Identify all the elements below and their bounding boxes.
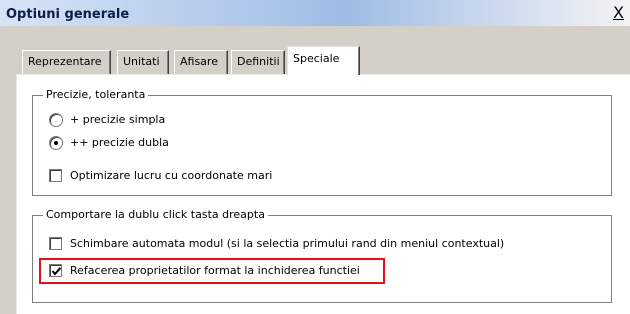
checkbox-optimize-large-coords[interactable]	[49, 169, 62, 182]
checkbox-optimize-large-coords-label: Optimizare lucru cu coordonate mari	[70, 169, 273, 182]
tab-unitati[interactable]: Unitati	[117, 50, 169, 74]
tab-definitii[interactable]: Definitii	[231, 50, 285, 74]
radio-simple-precision[interactable]	[49, 113, 63, 127]
checkbox-restore-format-label: Refacerea proprietatilor format la inchi…	[70, 264, 360, 277]
window-title: Optiuni generale	[6, 7, 130, 22]
tab-speciale[interactable]: Speciale	[287, 46, 360, 75]
checkbox-auto-mode-switch-label: Schimbare automata modul (si la selectia…	[70, 237, 505, 250]
title-bar: Optiuni generale X	[0, 0, 630, 26]
radio-simple-precision-label: + precizie simpla	[70, 113, 166, 126]
checkbox-auto-mode-switch[interactable]	[49, 237, 62, 250]
precision-group-legend: Precizie, toleranta	[43, 88, 149, 102]
checkmark-icon	[51, 267, 62, 276]
radio-double-precision[interactable]	[49, 136, 63, 150]
doubleclick-group-legend: Comportare la dublu click tasta dreapta	[43, 208, 268, 222]
close-button[interactable]: X	[611, 4, 626, 21]
tab-reprezentare[interactable]: Reprezentare	[22, 50, 111, 74]
radio-double-precision-label: ++ precizie dubla	[70, 136, 169, 149]
tab-afisare[interactable]: Afisare	[174, 50, 228, 74]
doubleclick-groupbox: Comportare la dublu click tasta dreapta	[32, 208, 612, 303]
checkbox-restore-format[interactable]	[49, 264, 62, 277]
